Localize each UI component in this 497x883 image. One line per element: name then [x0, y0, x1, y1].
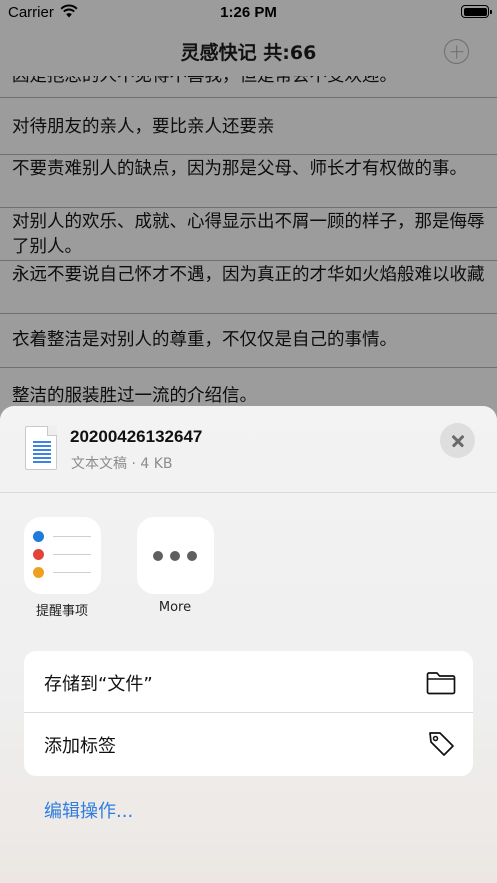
add-tag-action[interactable]: 添加标签 — [24, 713, 473, 776]
action-list: 存储到“文件” 添加标签 — [24, 651, 473, 776]
list-item[interactable]: 永远不要说自己怀才不遇，因为真正的才华如火焰般难以收藏 — [0, 261, 497, 314]
list-item[interactable]: 衣着整洁是对别人的尊重，不仅仅是自己的事情。 — [0, 314, 497, 368]
action-label: 添加标签 — [44, 736, 116, 757]
file-meta: 文本文稿 · 4 KB — [71, 456, 173, 472]
app-label: More — [158, 600, 192, 615]
status-bar: Carrier 1:26 PM — [0, 0, 497, 26]
list-item[interactable]: 不要责难别人的缺点，因为那是父母、师长才有权做的事。 — [0, 155, 497, 208]
reminders-icon — [23, 517, 101, 594]
tag-icon — [429, 732, 454, 756]
edit-actions-link[interactable]: 编辑操作... — [44, 797, 133, 823]
text-document-icon — [25, 426, 57, 470]
file-name: 20200426132647 — [70, 427, 203, 446]
more-icon — [136, 517, 214, 594]
save-to-files-action[interactable]: 存储到“文件” — [24, 651, 473, 713]
share-sheet-header: 20200426132647 文本文稿 · 4 KB — [0, 406, 497, 493]
navigation-bar: 灵感快记 共:66 — [0, 26, 497, 76]
share-sheet: 20200426132647 文本文稿 · 4 KB 提醒事项 More 存储到… — [0, 406, 497, 883]
folder-icon — [426, 672, 456, 695]
battery-icon — [461, 5, 492, 18]
app-more[interactable]: More — [135, 517, 215, 615]
list-item[interactable]: 因是抱怨的人不见得不喜我，但是常会不受欢迎。 — [0, 76, 497, 98]
page-title: 灵感快记 共:66 — [180, 42, 317, 64]
app-label: 提醒事项 — [35, 604, 88, 619]
action-label: 存储到“文件” — [44, 674, 153, 695]
app-reminders[interactable]: 提醒事项 — [22, 517, 102, 619]
add-button[interactable] — [444, 39, 469, 64]
list-item[interactable]: 对待朋友的亲人，要比亲人还要亲 — [0, 98, 497, 155]
list-item[interactable]: 对别人的欢乐、成就、心得显示出不屑一顾的样子，那是侮辱了别人。 — [0, 208, 497, 261]
clock: 1:26 PM — [220, 4, 277, 21]
notes-list: 因是抱怨的人不见得不喜我，但是常会不受欢迎。 对待朋友的亲人，要比亲人还要亲 不… — [0, 76, 497, 416]
close-button[interactable] — [440, 423, 475, 458]
